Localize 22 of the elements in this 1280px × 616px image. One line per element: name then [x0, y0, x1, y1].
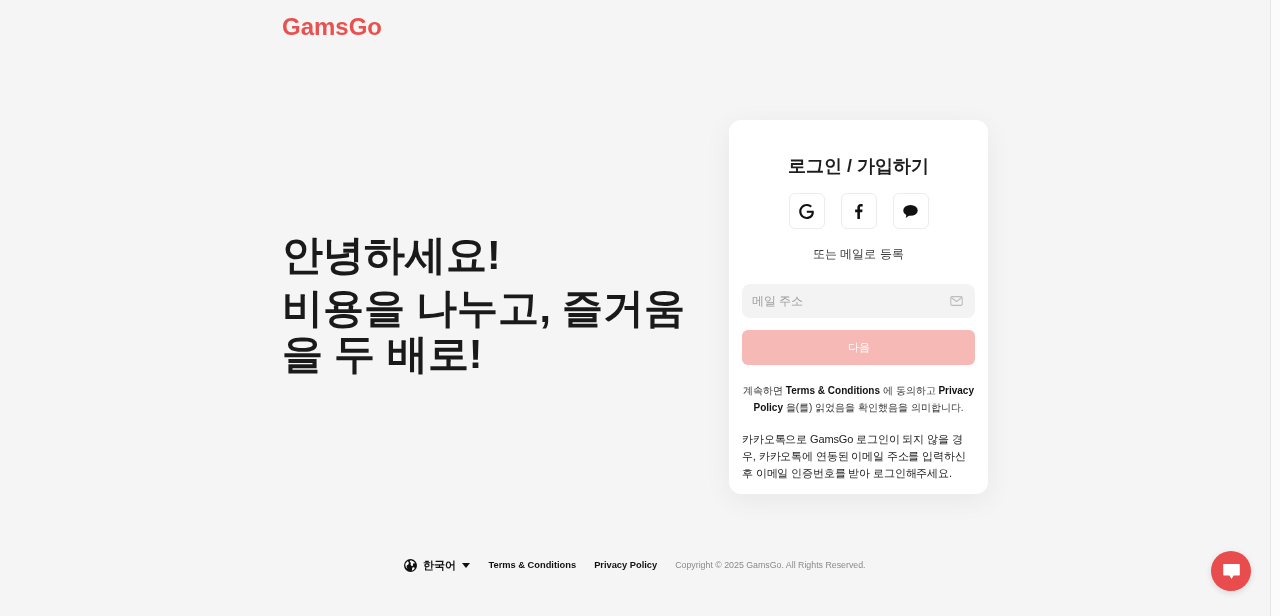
chat-button[interactable] — [1211, 551, 1251, 591]
email-field[interactable]: 메일 주소 — [742, 284, 975, 318]
terms-link[interactable]: Terms & Conditions — [488, 560, 577, 570]
social-login-button[interactable] — [840, 193, 877, 229]
social-login-button[interactable] — [892, 193, 929, 229]
email-option-text: 또는 메일로 등록 — [812, 246, 905, 262]
f-logo-icon — [854, 203, 863, 219]
social-login-button[interactable] — [788, 193, 825, 229]
login-help-text: 카카오톡으로 GamsGo 로그인이 되지 않을 경우, 카카오톡에 연동된 이메일 주소를 입력하신 후 이메일 인증번호를 받아 로그인해주세요. — [742, 432, 967, 481]
greeting-heading: 안녕하세요! — [282, 231, 501, 279]
language-selector[interactable]: 한국어 — [404, 557, 471, 573]
tagline-heading: 비용을 나누고, 즐거움을 두 배로! — [282, 285, 687, 377]
login-title: 로그인 / 가입하기 — [787, 155, 930, 178]
globe-icon — [404, 558, 418, 572]
caret-icon — [462, 562, 471, 568]
terms-notice: 계속하면 Terms & Conditions 에 동의하고 Privacy Policy 을(를) 읽었음을 확인했음을 의미합니다. — [742, 384, 975, 415]
g-logo-icon — [799, 203, 814, 219]
mail-icon — [950, 296, 963, 306]
speech-bubble-icon — [903, 204, 918, 218]
chat-bubble-icon — [1222, 563, 1240, 579]
copyright-text: Copyright © 2025 GamsGo. All Rights Reserved. — [675, 560, 866, 570]
privacy-policy-link[interactable]: Privacy Policy — [594, 560, 658, 570]
